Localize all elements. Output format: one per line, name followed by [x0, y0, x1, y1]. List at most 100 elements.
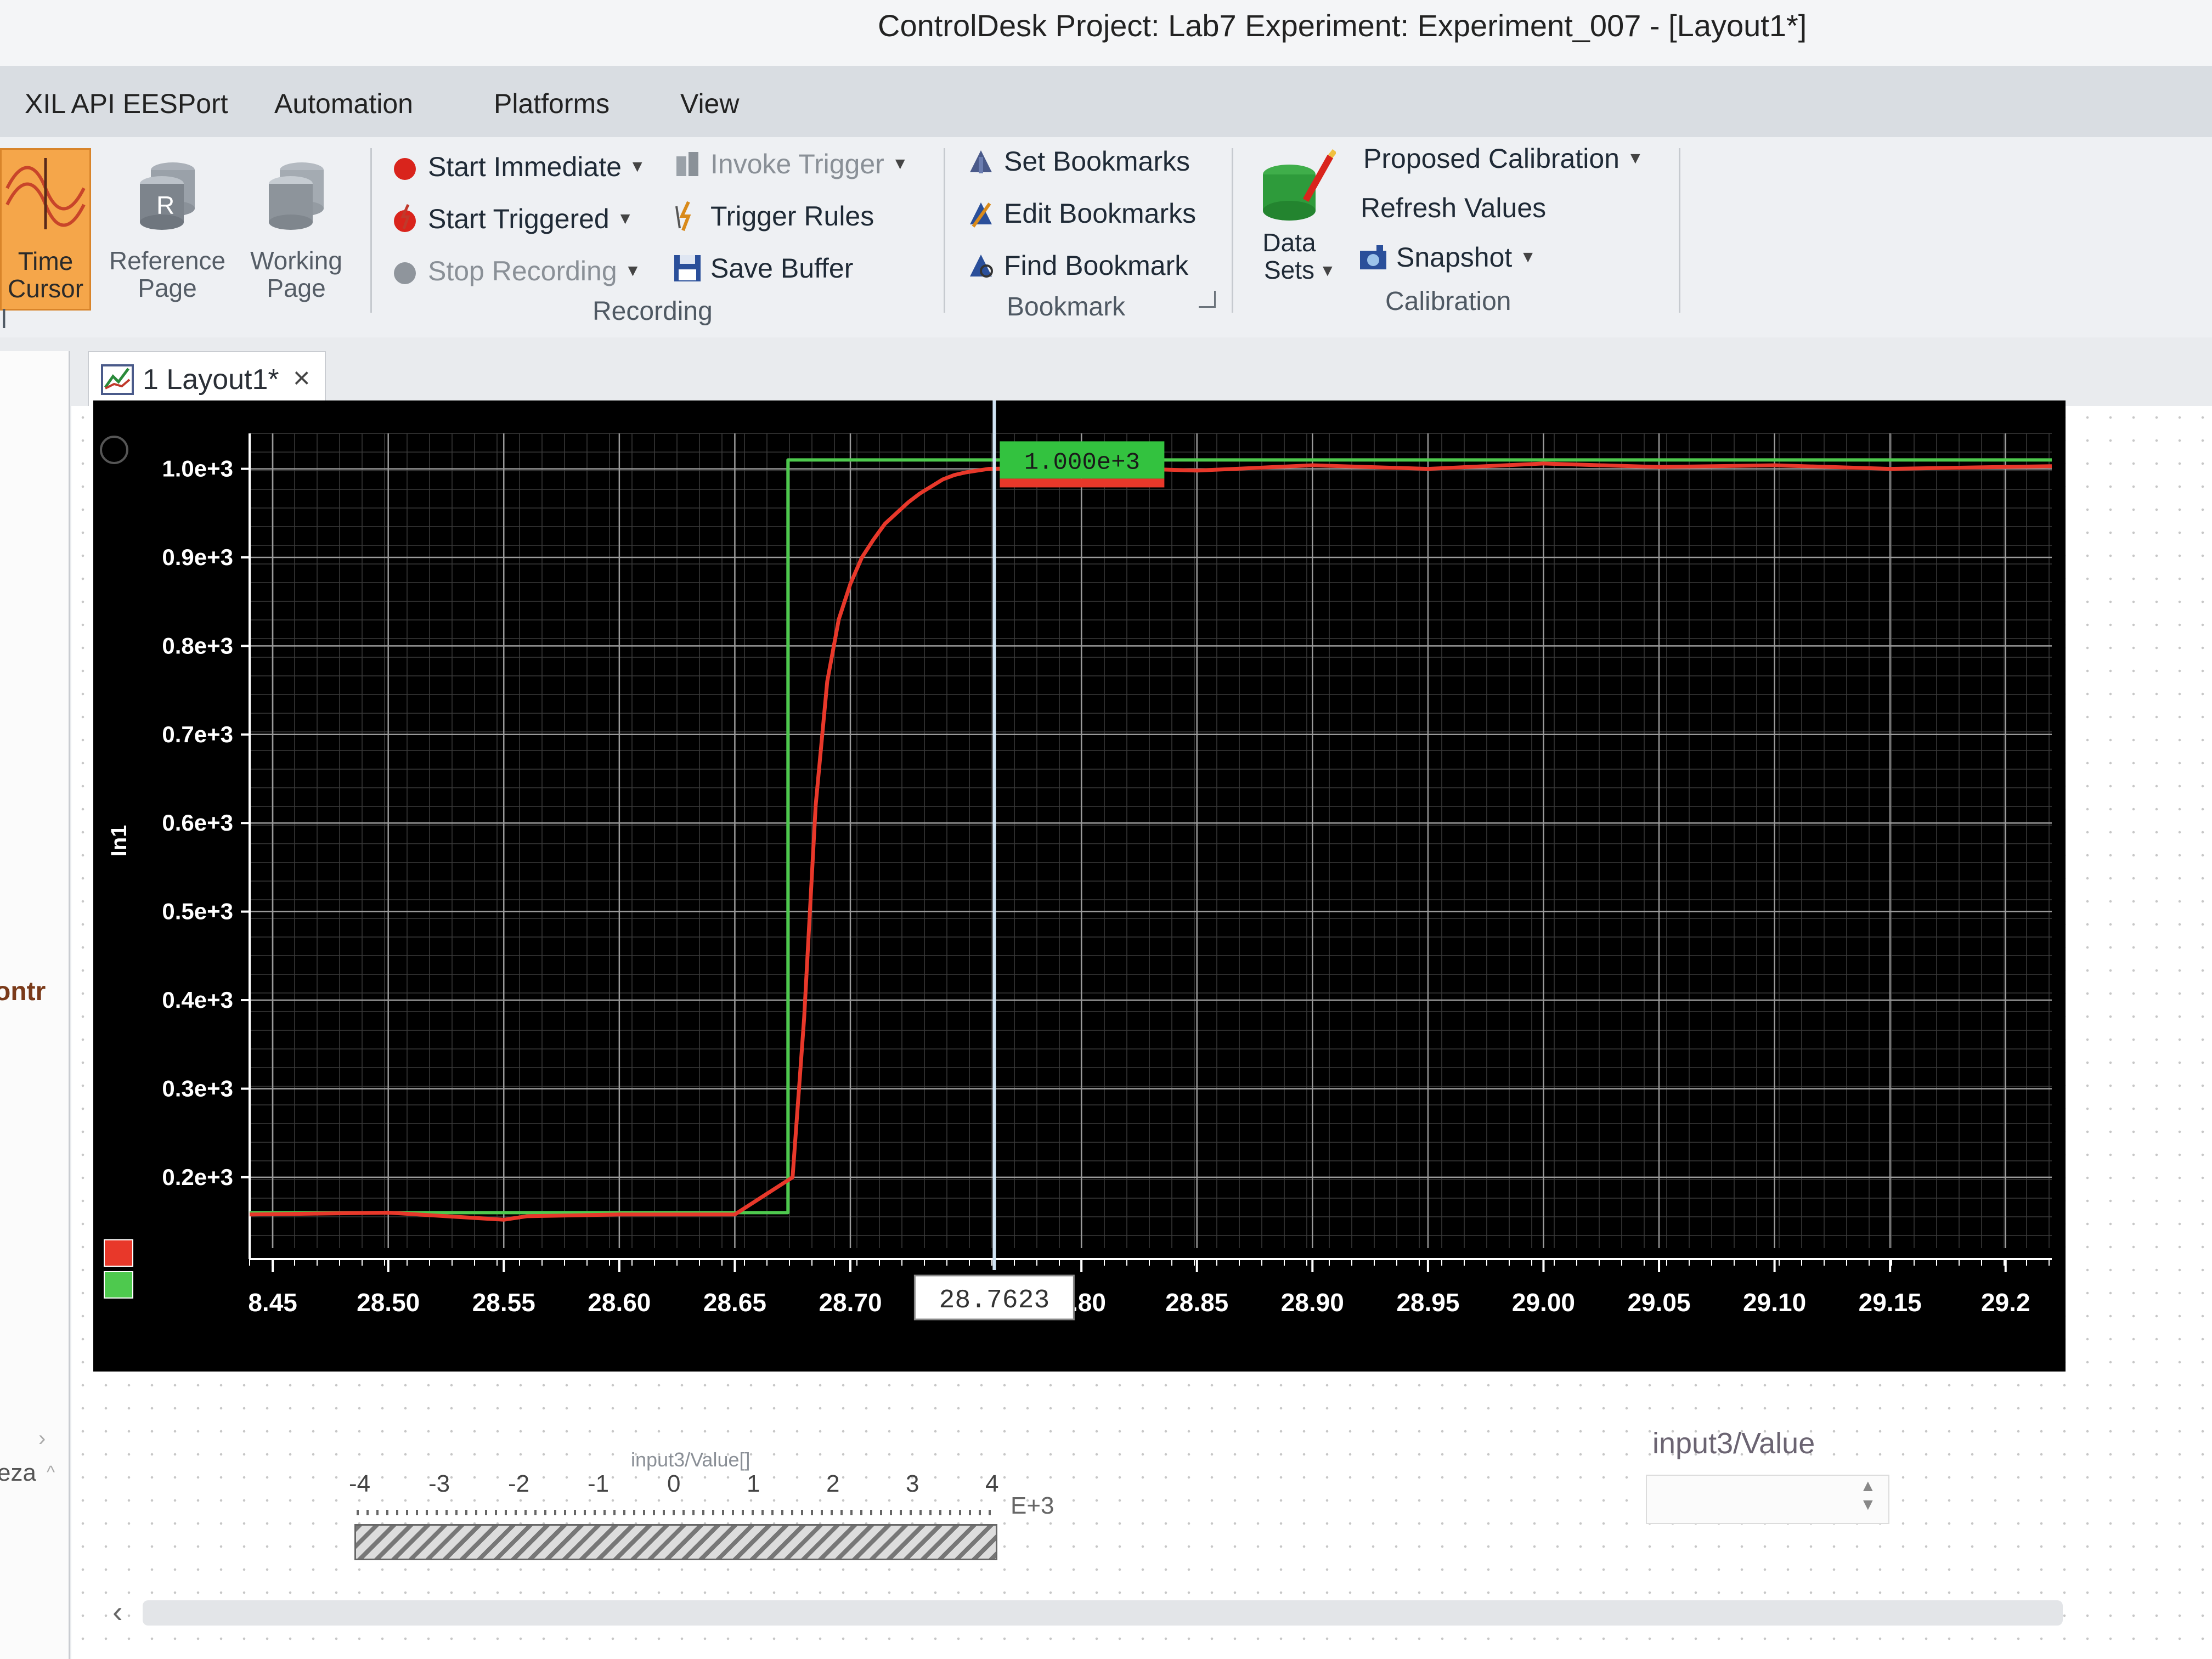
legend-swatch-green [104, 1271, 133, 1299]
cursor-value-label: 1.000e+3 [1024, 449, 1140, 476]
x-tick-label: 28.70 [819, 1288, 882, 1317]
chevron-down-icon: ▼ [629, 157, 646, 176]
recording-group-label: Recording [592, 297, 713, 326]
snapshot-label: Snapshot [1396, 242, 1513, 273]
save-buffer-button[interactable]: Save Buffer [672, 252, 853, 284]
numeric-input-label: input3/Value [1652, 1427, 1815, 1460]
chevron-left-icon[interactable]: ‹ [112, 1594, 123, 1629]
start-triggered-label: Start Triggered [428, 204, 610, 234]
scale-tick-label: 3 [906, 1470, 919, 1497]
chevron-right-icon[interactable]: › [38, 1426, 46, 1451]
scale-tick-label: 4 [985, 1470, 999, 1497]
stop-recording-label: Stop Recording [428, 256, 617, 286]
stop-record-icon [394, 262, 416, 284]
scale-tick-label: 2 [826, 1470, 840, 1497]
trigger-rules-button[interactable]: Trigger Rules [672, 200, 874, 232]
find-bookmark-button[interactable]: Find Bookmark [966, 250, 1188, 281]
cursor-value-underline [1000, 478, 1165, 488]
set-bookmarks-button[interactable]: Set Bookmarks [966, 145, 1190, 177]
x-tick-label: 8.45 [248, 1288, 297, 1317]
time-plot[interactable]: 1.0e+3 0.9e+3 0.8e+3 0.7e+3 0.6e+3 0.5e+3 0.4e… [93, 400, 2066, 1372]
find-bookmark-icon [970, 255, 993, 278]
dialog-launcher-icon[interactable] [1199, 291, 1216, 308]
record-triggered-icon [394, 204, 416, 232]
x-tick-label: 29.00 [1512, 1288, 1575, 1317]
data-sets-label: Data Sets [1262, 228, 1316, 284]
scrollbar-thumb[interactable] [143, 1600, 2063, 1626]
scale-title: input3/Value[] [631, 1448, 751, 1471]
tab-row [0, 337, 2212, 406]
edit-bookmarks-label: Edit Bookmarks [1004, 198, 1197, 229]
plot-grid [249, 433, 2052, 1248]
bar-display-widget[interactable]: input3/Value[] -4 -3 -2 -1 0 1 2 3 4 E+3 [307, 1448, 1119, 1569]
chevron-down-icon: ▼ [1627, 149, 1644, 167]
record-icon [394, 158, 416, 180]
plot-menu-icon[interactable] [100, 436, 128, 464]
menu-view[interactable]: View [680, 88, 739, 120]
start-immediate-label: Start Immediate [428, 151, 622, 182]
menu-automation[interactable]: Automation [274, 88, 413, 120]
start-triggered-button[interactable]: Start Triggered ▼ [390, 203, 633, 235]
cursor-time-label: 28.7623 [939, 1286, 1050, 1316]
floppy-disk-icon [674, 255, 701, 281]
chevron-up-icon[interactable]: ^ [47, 1462, 55, 1482]
edit-bookmark-icon [970, 202, 992, 228]
x-tick-label: 28.65 [703, 1288, 766, 1317]
menu-platforms[interactable]: Platforms [494, 88, 610, 120]
menu-xil-api[interactable]: XIL API EESPort [25, 88, 228, 120]
ribbon-separator [1679, 148, 1680, 313]
save-buffer-label: Save Buffer [710, 253, 854, 284]
title-bar: ControlDesk Project: Lab7 Experiment: Ex… [0, 0, 2212, 67]
trigger-rules-icon [675, 201, 691, 232]
spinner-icon[interactable]: ▲ ▼ [1860, 1477, 1876, 1514]
database-r-icon: R [140, 162, 195, 230]
proposed-calibration-button[interactable]: Proposed Calibration ▼ [1363, 143, 1644, 174]
scale-ticks: -4 -3 -2 -1 0 1 2 3 4 [307, 1470, 998, 1509]
refresh-values-button[interactable]: Refresh Values [1361, 192, 1546, 224]
invoke-trigger-icon [676, 152, 698, 176]
value-bar [354, 1524, 997, 1560]
bookmark-group-label: Bookmark [1007, 292, 1126, 321]
refresh-values-label: Refresh Values [1361, 193, 1547, 223]
numeric-input-field[interactable] [1646, 1475, 1889, 1524]
set-bookmarks-label: Set Bookmarks [1004, 146, 1190, 177]
x-tick-label: 28.55 [472, 1288, 535, 1317]
y-tick-labels: 1.0e+3 0.9e+3 0.8e+3 0.7e+3 0.6e+3 0.5e+3 0.4e… [162, 456, 233, 1190]
snapshot-button[interactable]: Snapshot ▼ [1358, 241, 1536, 273]
proposed-calibration-label: Proposed Calibration [1363, 143, 1620, 174]
chevron-down-icon: ▼ [1319, 262, 1336, 280]
layout-icon [101, 364, 134, 395]
working-page-button[interactable]: Working Page [236, 148, 357, 313]
scale-tick-label: -1 [588, 1470, 610, 1497]
data-sets-button[interactable]: Data Sets ▼ [1248, 145, 1341, 299]
time-cursor-button[interactable]: Time Cursor [0, 148, 91, 311]
plotter-instrument[interactable]: 1.0e+3 0.9e+3 0.8e+3 0.7e+3 0.6e+3 0.5e+3 0.4e… [93, 400, 2066, 1372]
y-tick-label: 0.6e+3 [162, 810, 233, 836]
x-tick-label: 28.85 [1165, 1288, 1228, 1317]
close-icon[interactable]: × [293, 361, 311, 395]
plot-axes [241, 433, 2052, 1272]
stop-recording-button[interactable]: Stop Recording ▼ [390, 255, 641, 287]
time-cursor-icon [5, 158, 86, 229]
x-tick-label: 29.10 [1743, 1288, 1806, 1317]
scale-tick-label: -3 [428, 1470, 450, 1497]
horizontal-scrollbar[interactable]: ‹ [104, 1594, 2079, 1632]
reference-page-button[interactable]: R Reference Page [104, 148, 230, 313]
chevron-down-icon: ▼ [891, 155, 909, 173]
x-tick-label: 28.95 [1396, 1288, 1459, 1317]
scale-ruler [357, 1510, 993, 1515]
start-immediate-button[interactable]: Start Immediate ▼ [390, 151, 646, 183]
y-tick-label: 0.3e+3 [162, 1075, 233, 1101]
ribbon-separator [370, 148, 372, 313]
x-tick-labels: 8.45 28.50 28.55 28.60 28.65 28.70 3.80 28.85 28… [248, 1288, 2030, 1317]
time-cursor-label: Time Cursor [7, 247, 84, 303]
numeric-input-widget[interactable]: input3/Value ▲ ▼ [1646, 1426, 1893, 1525]
y-axis-label: In1 [107, 825, 131, 857]
tab-layout1[interactable]: 1 Layout1* × [88, 351, 326, 406]
x-tick-label: 29.2 [1981, 1288, 2030, 1317]
edit-bookmarks-button[interactable]: Edit Bookmarks [966, 198, 1196, 229]
database-icon [269, 162, 324, 230]
ribbon: Time Cursor l R Reference Page Working P… [0, 137, 2212, 338]
invoke-trigger-button[interactable]: Invoke Trigger ▼ [672, 148, 909, 180]
y-tick-label: 1.0e+3 [162, 456, 233, 482]
